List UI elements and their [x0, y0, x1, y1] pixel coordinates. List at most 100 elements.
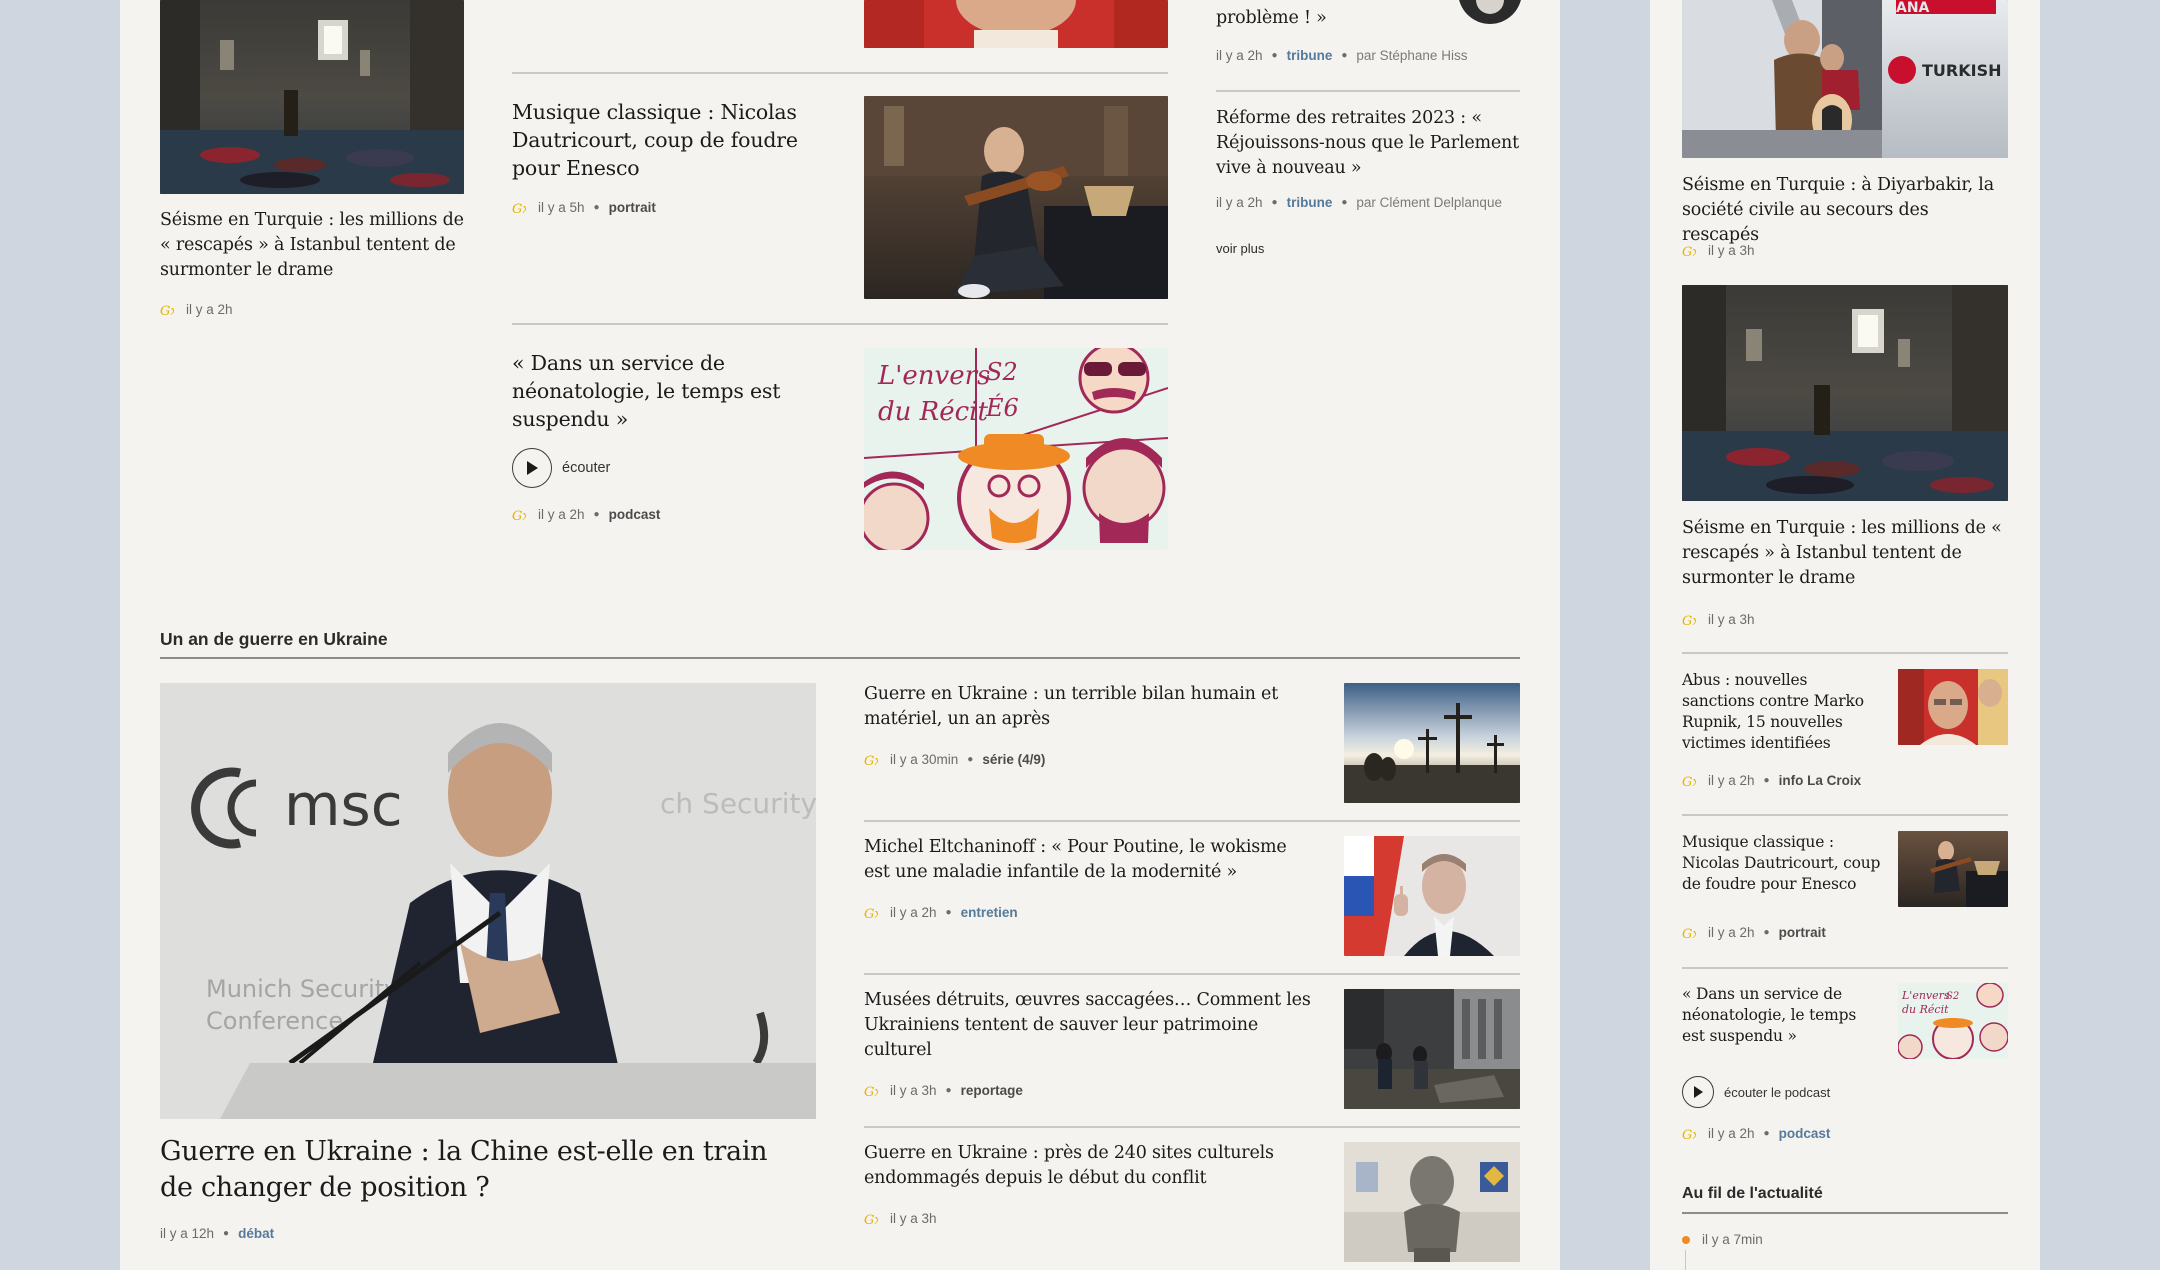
live-feed-first-item[interactable]: il y a 7min — [1682, 1232, 1763, 1247]
mid-article-2-listen-button[interactable]: écouter — [512, 448, 610, 488]
mid-article-2-title[interactable]: « Dans un service de néonatologie, le te… — [512, 349, 812, 433]
la-croix-logo-icon: Gx — [1682, 613, 1696, 627]
sidebar-item-3-title[interactable]: Abus : nouvelles sanctions contre Marko … — [1682, 670, 1882, 754]
article-byline[interactable]: par Clément Delplanque — [1356, 195, 1502, 210]
svg-text:Gx: Gx — [1682, 614, 1696, 627]
svg-text:Gx: Gx — [160, 304, 174, 317]
svg-text:Gx: Gx — [864, 1085, 878, 1098]
sidebar-item-4-image[interactable] — [1898, 831, 2008, 907]
svg-text:Gx: Gx — [1682, 927, 1696, 940]
sidebar-item-3-image[interactable] — [1898, 669, 2008, 745]
svg-text:Gx: Gx — [512, 202, 526, 215]
svg-text:Gx: Gx — [864, 1213, 878, 1226]
ukraine-item-3-image[interactable] — [1344, 989, 1520, 1109]
opinion-author-avatar — [1458, 0, 1522, 24]
top-left-article-meta: Gx il y a 2h — [160, 302, 233, 317]
sidebar-item-5-title[interactable]: « Dans un service de néonatologie, le te… — [1682, 984, 1882, 1047]
ukraine-item-2-meta: Gx il y a 2h ● entretien — [864, 905, 1018, 920]
la-croix-logo-icon: Gx — [160, 303, 174, 317]
sidebar-item-1-meta: Gx il y a 3h — [1682, 243, 1755, 258]
see-more-link[interactable]: voir plus — [1216, 241, 1264, 256]
sidebar-item-5-listen-button[interactable]: écouter le podcast — [1682, 1076, 1830, 1108]
sidebar-item-2-title[interactable]: Séisme en Turquie : les millions de « re… — [1682, 516, 2008, 591]
ukraine-lead-title[interactable]: Guerre en Ukraine : la Chine est-elle en… — [160, 1134, 800, 1206]
sidebar-divider-3 — [1682, 967, 2008, 969]
sidebar-item-1-image[interactable]: ANA TURKISH — [1682, 0, 2008, 158]
svg-text:msc: msc — [284, 771, 403, 839]
article-tag[interactable]: débat — [238, 1226, 274, 1241]
opinion-divider — [1216, 90, 1520, 92]
article-tag[interactable]: portrait — [1779, 925, 1826, 940]
ukraine-item-3-meta: Gx il y a 3h ● reportage — [864, 1083, 1023, 1098]
sidebar-item-3-meta: Gx il y a 2h ● info La Croix — [1682, 773, 1862, 788]
la-croix-logo-icon: Gx — [512, 508, 526, 522]
ukraine-divider-2 — [864, 973, 1520, 975]
mid-article-1-title[interactable]: Musique classique : Nicolas Dautricourt,… — [512, 98, 812, 182]
la-croix-logo-icon: Gx — [512, 201, 526, 215]
article-tag[interactable]: série (4/9) — [982, 752, 1045, 767]
play-icon[interactable] — [1682, 1076, 1714, 1108]
ukraine-item-4-title[interactable]: Guerre en Ukraine : près de 240 sites cu… — [864, 1141, 1314, 1191]
la-croix-logo-icon: Gx — [1682, 244, 1696, 258]
live-dot-icon — [1682, 1235, 1690, 1244]
live-feed-title[interactable]: Au fil de l'actualité — [1682, 1185, 1823, 1203]
svg-text:Munich Security: Munich Security — [206, 975, 398, 1003]
sidebar-item-4-title[interactable]: Musique classique : Nicolas Dautricourt,… — [1682, 832, 1888, 895]
svg-text:S2: S2 — [1946, 991, 1959, 1002]
svg-text:Gx: Gx — [864, 754, 878, 767]
svg-text:du Récit: du Récit — [1902, 1003, 1949, 1016]
ukraine-item-4-image[interactable] — [1344, 1142, 1520, 1262]
ukraine-item-1-title[interactable]: Guerre en Ukraine : un terrible bilan hu… — [864, 682, 1304, 732]
la-croix-logo-icon: Gx — [864, 1084, 878, 1098]
mid-article-1-meta: Gx il y a 5h ● portrait — [512, 200, 656, 215]
mid-article-2-meta: Gx il y a 2h ● podcast — [512, 507, 661, 522]
opinion-article-0-meta: il y a 2h ● tribune ● par Stéphane Hiss — [1216, 48, 1468, 63]
section-title-ukraine[interactable]: Un an de guerre en Ukraine — [160, 629, 388, 650]
article-tag[interactable]: tribune — [1287, 195, 1333, 210]
article-tag[interactable]: reportage — [961, 1083, 1023, 1098]
opinion-article-1-meta: il y a 2h ● tribune ● par Clément Delpla… — [1216, 195, 1502, 210]
svg-text:du Récit: du Récit — [878, 397, 988, 427]
la-croix-logo-icon: Gx — [1682, 926, 1696, 940]
ukraine-item-1-image[interactable] — [1344, 683, 1520, 803]
article-tag[interactable]: podcast — [609, 507, 661, 522]
svg-text:Gx: Gx — [1682, 245, 1696, 258]
top-left-article-title[interactable]: Séisme en Turquie : les millions de « re… — [160, 208, 470, 283]
ukraine-item-4-meta: Gx il y a 3h — [864, 1211, 937, 1226]
opinion-article-0-title-fragment[interactable]: problème ! » — [1216, 6, 1436, 31]
mid-divider-1 — [512, 72, 1168, 74]
article-tag[interactable]: info La Croix — [1779, 773, 1862, 788]
article-tag[interactable]: podcast — [1779, 1126, 1831, 1141]
sidebar-item-1-title[interactable]: Séisme en Turquie : à Diyarbakir, la soc… — [1682, 173, 2008, 248]
article-byline[interactable]: par Stéphane Hiss — [1356, 48, 1467, 63]
svg-text:Gx: Gx — [1682, 775, 1696, 788]
sidebar-item-5-image[interactable]: L'envers du Récit S2 — [1898, 983, 2008, 1059]
ukraine-divider-1 — [864, 820, 1520, 822]
main-content-panel: Séisme en Turquie : les millions de « re… — [120, 0, 1560, 1270]
ukraine-item-2-image[interactable] — [1344, 836, 1520, 956]
sidebar-item-2-image[interactable] — [1682, 285, 2008, 501]
article-tag[interactable]: tribune — [1287, 48, 1333, 63]
article-tag[interactable]: portrait — [609, 200, 656, 215]
svg-text:L'envers: L'envers — [1901, 989, 1950, 1002]
ukraine-lead-image[interactable]: msc ch Security Munich Security Conferen… — [160, 683, 816, 1119]
sidebar-item-5-meta: Gx il y a 2h ● podcast — [1682, 1126, 1831, 1141]
la-croix-logo-icon: Gx — [864, 906, 878, 920]
play-icon[interactable] — [512, 448, 552, 488]
opinion-article-1-title[interactable]: Réforme des retraites 2023 : « Réjouisso… — [1216, 106, 1520, 181]
sidebar-divider-1 — [1682, 652, 2008, 654]
svg-text:ch Security: ch Security — [660, 787, 816, 820]
mid-article-2-image[interactable]: L'envers du Récit S2 É6 — [864, 348, 1168, 550]
svg-text:Conference: Conference — [206, 1007, 343, 1035]
ukraine-divider-3 — [864, 1126, 1520, 1128]
top-mid-image-fragment[interactable] — [864, 0, 1168, 48]
ukraine-item-2-title[interactable]: Michel Eltchaninoff : « Pour Poutine, le… — [864, 835, 1314, 885]
svg-text:ANA: ANA — [1896, 0, 1930, 16]
mid-article-1-image[interactable] — [864, 96, 1168, 299]
svg-text:Gx: Gx — [864, 907, 878, 920]
svg-text:L'envers: L'envers — [877, 361, 990, 391]
ukraine-item-3-title[interactable]: Musées détruits, œuvres saccagées… Comme… — [864, 988, 1314, 1063]
mid-divider-2 — [512, 323, 1168, 325]
top-left-article-image[interactable] — [160, 0, 464, 194]
article-tag[interactable]: entretien — [961, 905, 1018, 920]
